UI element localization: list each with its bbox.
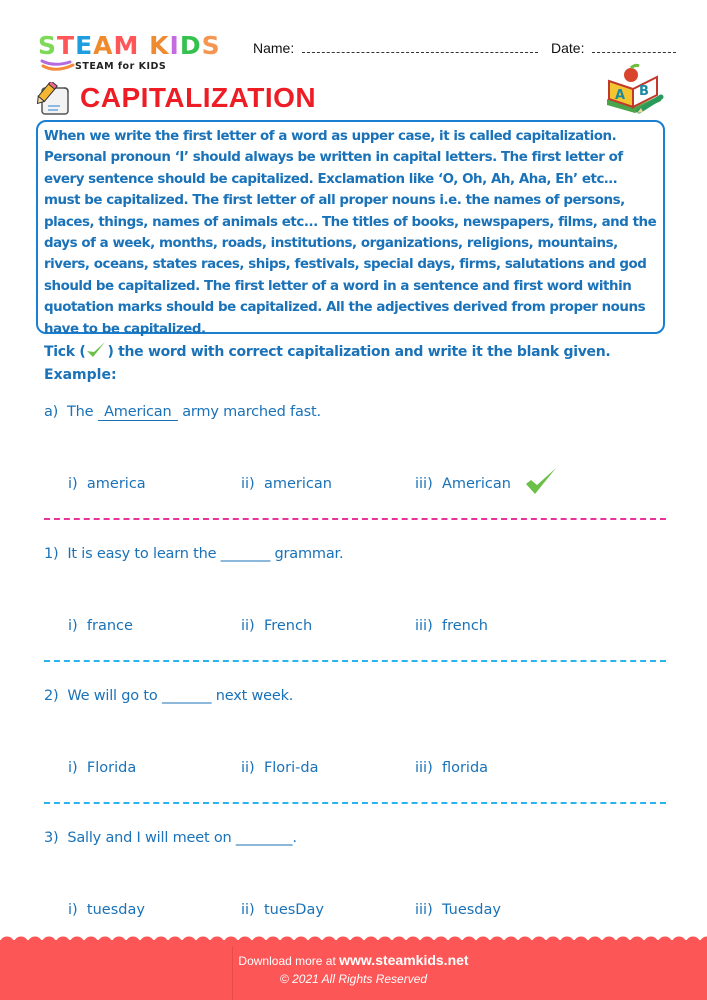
answer-blank[interactable]: ________ xyxy=(236,830,293,846)
instructions: Tick ( ) the word with correct capitaliza… xyxy=(44,342,611,360)
question-after: . xyxy=(292,830,297,846)
answer-blank[interactable]: _______ xyxy=(221,546,271,562)
logo-wordmark: STEAM KIDS xyxy=(38,32,221,60)
option-iii[interactable]: iii) florida xyxy=(415,760,488,776)
option-number: i) xyxy=(68,902,78,918)
question-after: next week. xyxy=(215,688,294,704)
question-before: We will go to xyxy=(67,688,158,704)
option-i[interactable]: i) tuesday xyxy=(68,902,145,918)
option-number: i) xyxy=(68,760,78,776)
logo-letter: M xyxy=(113,31,140,60)
steam-kids-logo: STEAM KIDS STEAM for KIDS xyxy=(38,32,238,74)
question-before: Sally and I will meet on xyxy=(67,830,232,846)
logo-subtitle: STEAM for KIDS xyxy=(75,61,167,72)
option-text: Tuesday xyxy=(441,902,501,918)
logo-letter: E xyxy=(75,31,94,60)
logo-swoosh-icon xyxy=(40,59,75,71)
option-number: iii) xyxy=(415,760,433,776)
option-ii[interactable]: ii) French xyxy=(241,618,312,634)
option-text: tuesday xyxy=(86,902,145,918)
instructions-prefix: Tick ( xyxy=(44,344,86,360)
correct-checkmark-icon xyxy=(526,468,556,494)
option-text: florida xyxy=(441,760,489,776)
option-text: france xyxy=(86,618,133,634)
date-field[interactable]: Date: xyxy=(551,40,677,56)
logo-letter: A xyxy=(93,31,114,60)
question-3: 3) Sally and I will meet on ________. xyxy=(44,830,297,846)
footer-url-link[interactable]: www.steamkids.net xyxy=(339,952,468,968)
logo-letter: T xyxy=(57,31,76,60)
separator-line xyxy=(44,802,666,804)
checkmark-icon xyxy=(87,342,106,357)
date-blank[interactable] xyxy=(592,42,677,53)
footer xyxy=(0,940,707,1000)
option-number: iii) xyxy=(415,902,433,918)
svg-text:A: A xyxy=(615,88,625,103)
option-i[interactable]: i) america xyxy=(68,476,146,492)
option-iii[interactable]: iii) french xyxy=(415,618,488,634)
question-after: army marched fast. xyxy=(182,404,321,420)
example-question: a) The American army marched fast. xyxy=(44,404,321,421)
question-after: grammar. xyxy=(274,546,344,562)
question-number: a) xyxy=(44,404,59,420)
example-label: Example: xyxy=(44,367,117,383)
logo-letter: S xyxy=(38,31,58,60)
worksheet-pencil-icon xyxy=(36,82,69,115)
logo-letter: S xyxy=(201,31,221,60)
option-number: iii) xyxy=(415,618,433,634)
option-number: iii) xyxy=(415,476,433,492)
name-blank[interactable] xyxy=(302,42,539,53)
answer-blank[interactable]: American xyxy=(97,404,178,421)
option-ii[interactable]: ii) american xyxy=(241,476,332,492)
option-text: Flori-da xyxy=(263,760,319,776)
option-number: i) xyxy=(68,618,78,634)
footer-download-text: Download more at xyxy=(238,954,336,968)
footer-copyright: © 2021 All Rights Reserved xyxy=(279,972,428,986)
option-number: ii) xyxy=(241,760,255,776)
separator-line xyxy=(44,518,666,520)
option-number: ii) xyxy=(241,618,255,634)
logo-letter: K xyxy=(149,31,170,60)
option-text: tuesDay xyxy=(263,902,324,918)
option-i[interactable]: i) france xyxy=(68,618,133,634)
question-before: The xyxy=(66,404,94,420)
option-ii[interactable]: ii) tuesDay xyxy=(241,902,324,918)
abc-book-icon: A B xyxy=(607,63,664,114)
question-number: 1) xyxy=(44,546,59,562)
option-iii[interactable]: iii) American xyxy=(415,476,511,492)
option-i[interactable]: i) Florida xyxy=(68,760,136,776)
option-number: i) xyxy=(68,476,78,492)
option-text: american xyxy=(263,476,332,492)
logo-letter: I xyxy=(169,31,180,60)
separator-line xyxy=(44,660,666,662)
question-number: 2) xyxy=(44,688,59,704)
question-2: 2) We will go to _______ next week. xyxy=(44,688,293,704)
answer-blank[interactable]: _______ xyxy=(162,688,212,704)
logo-letter: D xyxy=(179,31,202,60)
name-label: Name: xyxy=(253,40,295,56)
option-number: ii) xyxy=(241,476,255,492)
question-before: It is easy to learn the xyxy=(67,546,217,562)
question-number: 3) xyxy=(44,830,59,846)
option-iii[interactable]: iii) Tuesday xyxy=(415,902,501,918)
option-text: french xyxy=(441,618,488,634)
page-title: CAPITALIZATION xyxy=(80,82,317,113)
date-label: Date: xyxy=(551,40,585,56)
svg-text:B: B xyxy=(639,84,649,99)
info-text: When we write the first letter of a word… xyxy=(44,129,657,337)
capitalization-info-box: When we write the first letter of a word… xyxy=(36,120,665,337)
question-1: 1) It is easy to learn the _______ gramm… xyxy=(44,546,344,562)
option-text: American xyxy=(441,476,511,492)
name-field[interactable]: Name: xyxy=(253,40,539,56)
option-text: French xyxy=(263,618,313,634)
option-number: ii) xyxy=(241,902,255,918)
option-text: america xyxy=(86,476,146,492)
option-ii[interactable]: ii) Flori-da xyxy=(241,760,319,776)
option-text: Florida xyxy=(86,760,137,776)
instructions-suffix: ) the word with correct capitalization a… xyxy=(107,344,611,360)
footer-download: Download more at www.steamkids.net xyxy=(0,952,707,968)
